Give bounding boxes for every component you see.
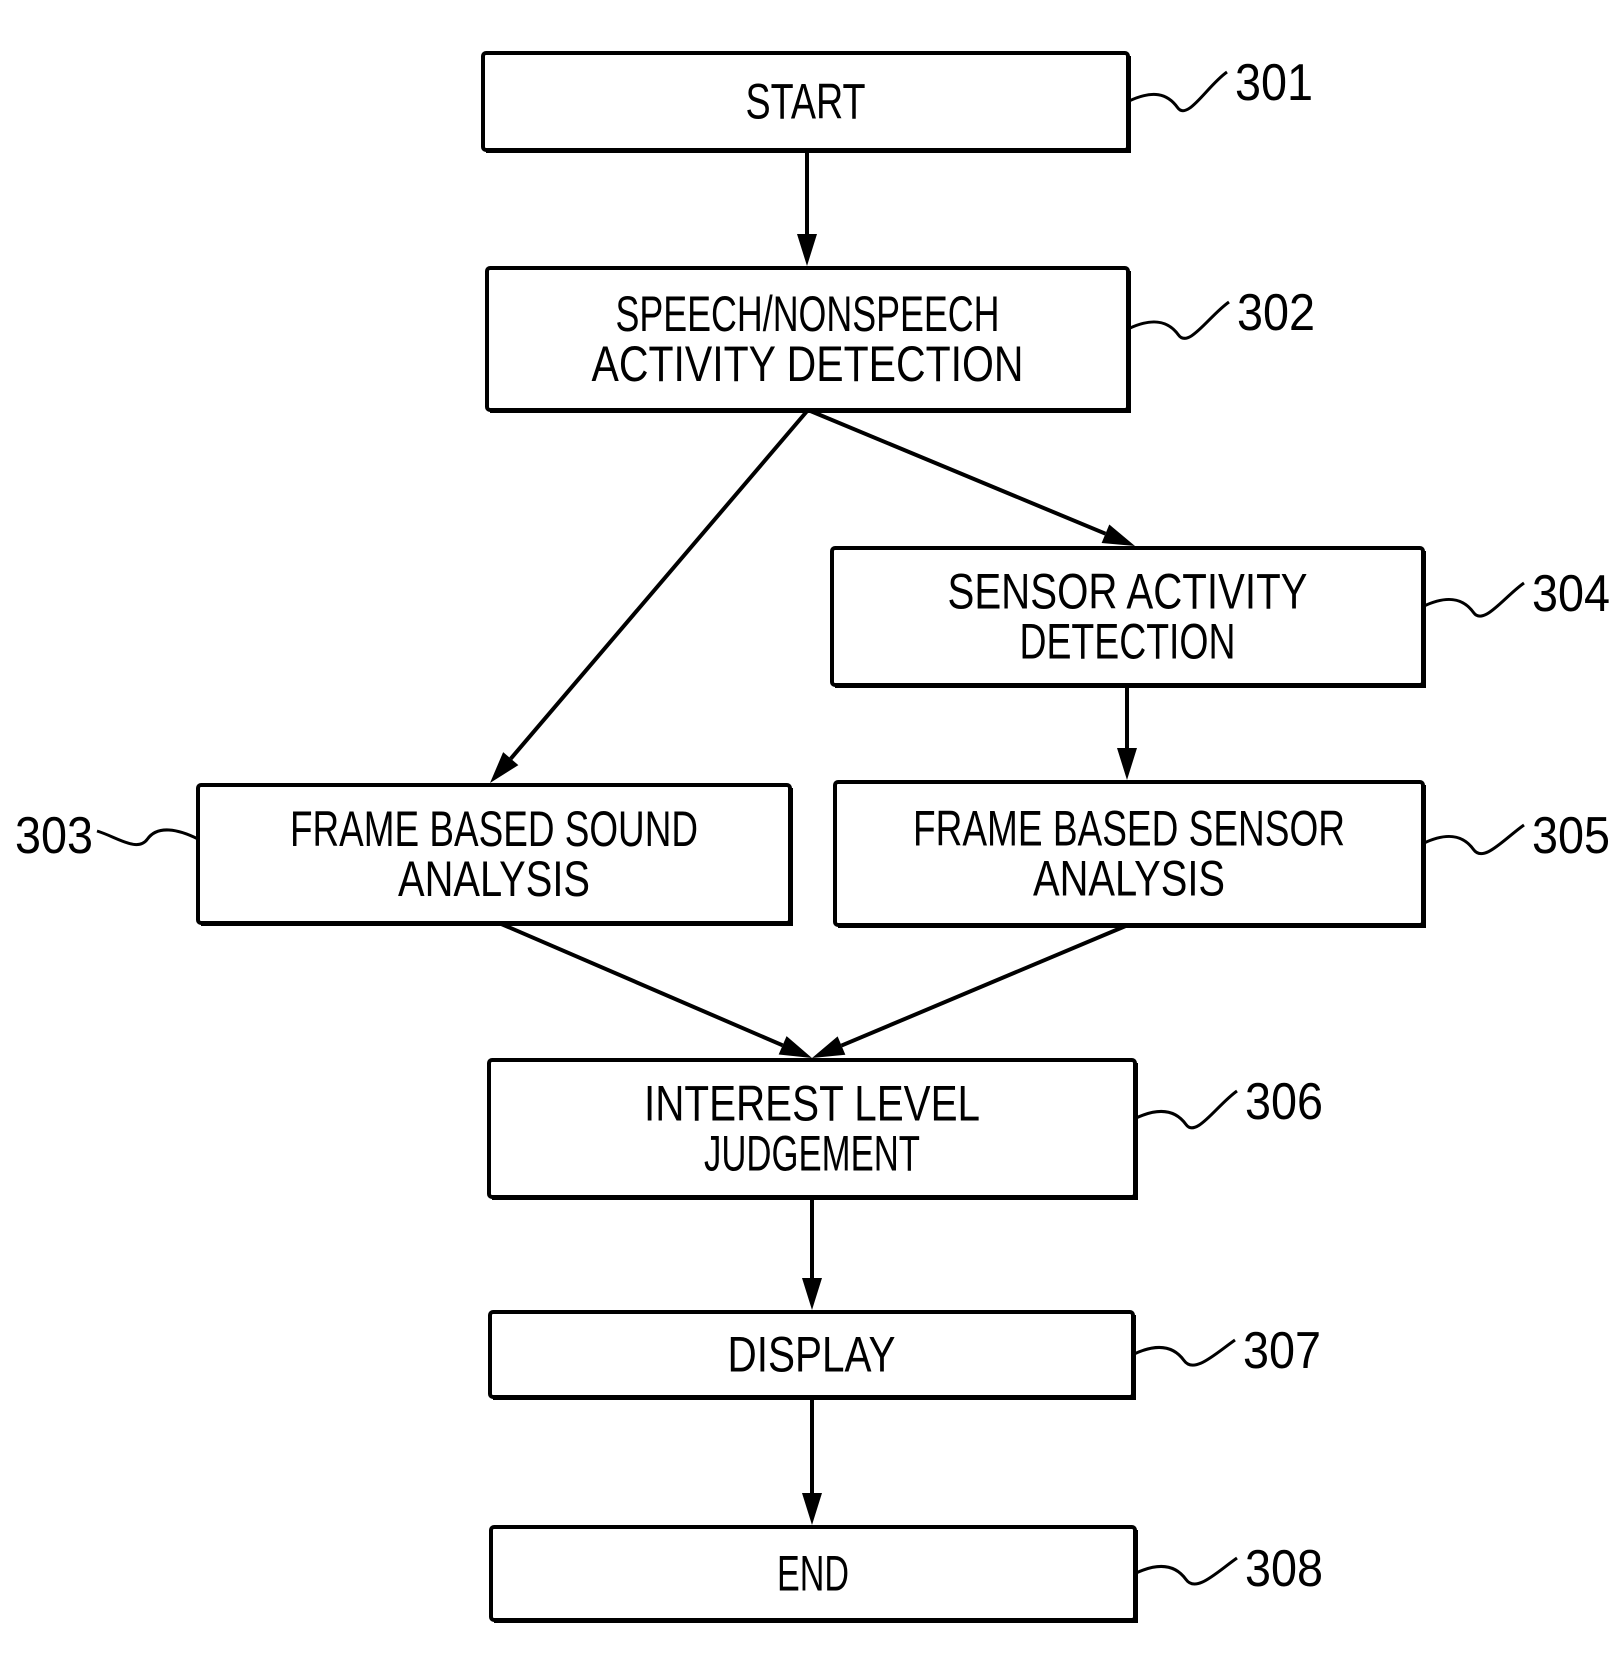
node-label-line: ACTIVITY DETECTION [592,336,1024,392]
edge-line [807,408,1107,536]
leader-line [96,828,199,846]
node-label-line: FRAME BASED SOUND [290,801,698,857]
edge-302-304 [807,408,1135,546]
leader-line [1134,1089,1238,1130]
node-306: INTEREST LEVELJUDGEMENT 306 [487,1058,1323,1200]
node-label-line: START [746,74,866,130]
reference-numeral: 302 [1237,284,1315,342]
reference-numeral: 301 [1235,54,1313,112]
leader-line [1422,823,1525,856]
node-label-line: DISPLAY [728,1327,896,1383]
reference-numeral: 306 [1245,1073,1323,1131]
reference-numeral: 307 [1243,1322,1321,1380]
edge-304-305 [1117,685,1137,780]
reference-numeral: 305 [1532,807,1610,865]
leader-line [1127,300,1230,340]
arrowhead-icon [812,1036,846,1058]
node-label-line: SPEECH/NONSPEECH [616,286,1000,342]
leader-line [1422,581,1525,618]
edge-line [840,923,1129,1048]
edge-306-307 [802,1197,822,1310]
arrowhead-icon [778,1036,812,1058]
leader-line [1132,1338,1236,1367]
edge-302-303 [490,408,810,783]
edge-303-306 [498,921,812,1058]
node-303: FRAME BASED SOUNDANALYSIS 303 [15,783,793,926]
node-label-line: INTEREST LEVEL [644,1076,980,1132]
node-301: START 301 [481,51,1313,153]
edge-301-302 [797,150,817,266]
node-305: FRAME BASED SENSORANALYSIS 305 [833,780,1610,928]
reference-numeral: 303 [15,807,93,865]
arrowhead-icon [1117,748,1137,780]
leader-line [1127,70,1228,113]
reference-numeral: 308 [1245,1540,1323,1598]
edge-305-306 [812,923,1129,1058]
arrowhead-icon [802,1278,822,1310]
node-302: SPEECH/NONSPEECHACTIVITY DETECTION 302 [485,266,1315,413]
edge-307-308 [802,1397,822,1525]
reference-numeral: 304 [1532,565,1610,623]
arrowhead-icon [797,234,817,266]
node-label-line: END [777,1546,849,1602]
arrowhead-icon [802,1493,822,1525]
node-label-line: SENSOR ACTIVITY [948,564,1308,620]
node-label-line: JUDGEMENT [704,1126,920,1182]
edge-line [498,921,784,1048]
nodes-layer: START 301 SPEECH/NONSPEECHACTIVITY DETECTI… [15,51,1610,1623]
edge-line [509,408,810,760]
node-label-line: DETECTION [1020,614,1236,670]
arrowhead-icon [1101,524,1135,546]
node-label-line: ANALYSIS [398,851,590,907]
flowchart-canvas: START 301 SPEECH/NONSPEECHACTIVITY DETECTI… [15,51,1610,1623]
node-307: DISPLAY 307 [488,1310,1321,1400]
leader-line [1134,1556,1238,1586]
node-label-line: FRAME BASED SENSOR [913,801,1345,857]
node-label-line: ANALYSIS [1033,851,1225,907]
node-304: SENSOR ACTIVITYDETECTION 304 [830,546,1610,688]
node-308: END 308 [489,1525,1323,1623]
